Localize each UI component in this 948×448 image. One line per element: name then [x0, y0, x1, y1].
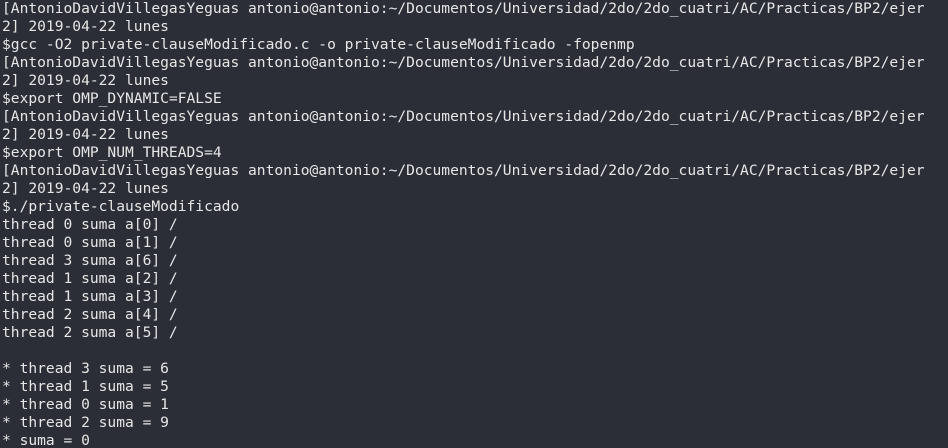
output-line: thread 0 suma a[1] / — [2, 234, 178, 251]
prompt-line-1: [AntonioDavidVillegasYeguas antonio@anto… — [2, 54, 925, 71]
command-run: $./private-clauseModificado — [2, 198, 240, 215]
summary-total-line: * suma = 0 — [2, 432, 90, 448]
command-export-dynamic: $export OMP_DYNAMIC=FALSE — [2, 90, 222, 107]
command-export-threads: $export OMP_NUM_THREADS=4 — [2, 144, 222, 161]
prompt-line-1: [AntonioDavidVillegasYeguas antonio@anto… — [2, 108, 925, 125]
summary-line: * thread 3 suma = 6 — [2, 360, 169, 377]
summary-line: * thread 1 suma = 5 — [2, 378, 169, 395]
output-line: thread 3 suma a[6] / — [2, 252, 178, 269]
prompt-line-2: 2] 2019-04-22 lunes — [2, 126, 169, 143]
summary-line: * thread 0 suma = 1 — [2, 396, 169, 413]
output-line: thread 2 suma a[5] / — [2, 324, 178, 341]
prompt-line-2: 2] 2019-04-22 lunes — [2, 72, 169, 89]
command-gcc: $gcc -O2 private-clauseModificado.c -o p… — [2, 36, 635, 53]
terminal-window[interactable]: [AntonioDavidVillegasYeguas antonio@anto… — [0, 0, 948, 448]
prompt-line-1: [AntonioDavidVillegasYeguas antonio@anto… — [2, 0, 925, 17]
prompt-line-1: [AntonioDavidVillegasYeguas antonio@anto… — [2, 162, 925, 179]
summary-line: * thread 2 suma = 9 — [2, 414, 169, 431]
prompt-line-2: 2] 2019-04-22 lunes — [2, 180, 169, 197]
output-line: thread 1 suma a[2] / — [2, 270, 178, 287]
prompt-line-2: 2] 2019-04-22 lunes — [2, 18, 169, 35]
output-line: thread 0 suma a[0] / — [2, 216, 178, 233]
output-line: thread 2 suma a[4] / — [2, 306, 178, 323]
output-line: thread 1 suma a[3] / — [2, 288, 178, 305]
